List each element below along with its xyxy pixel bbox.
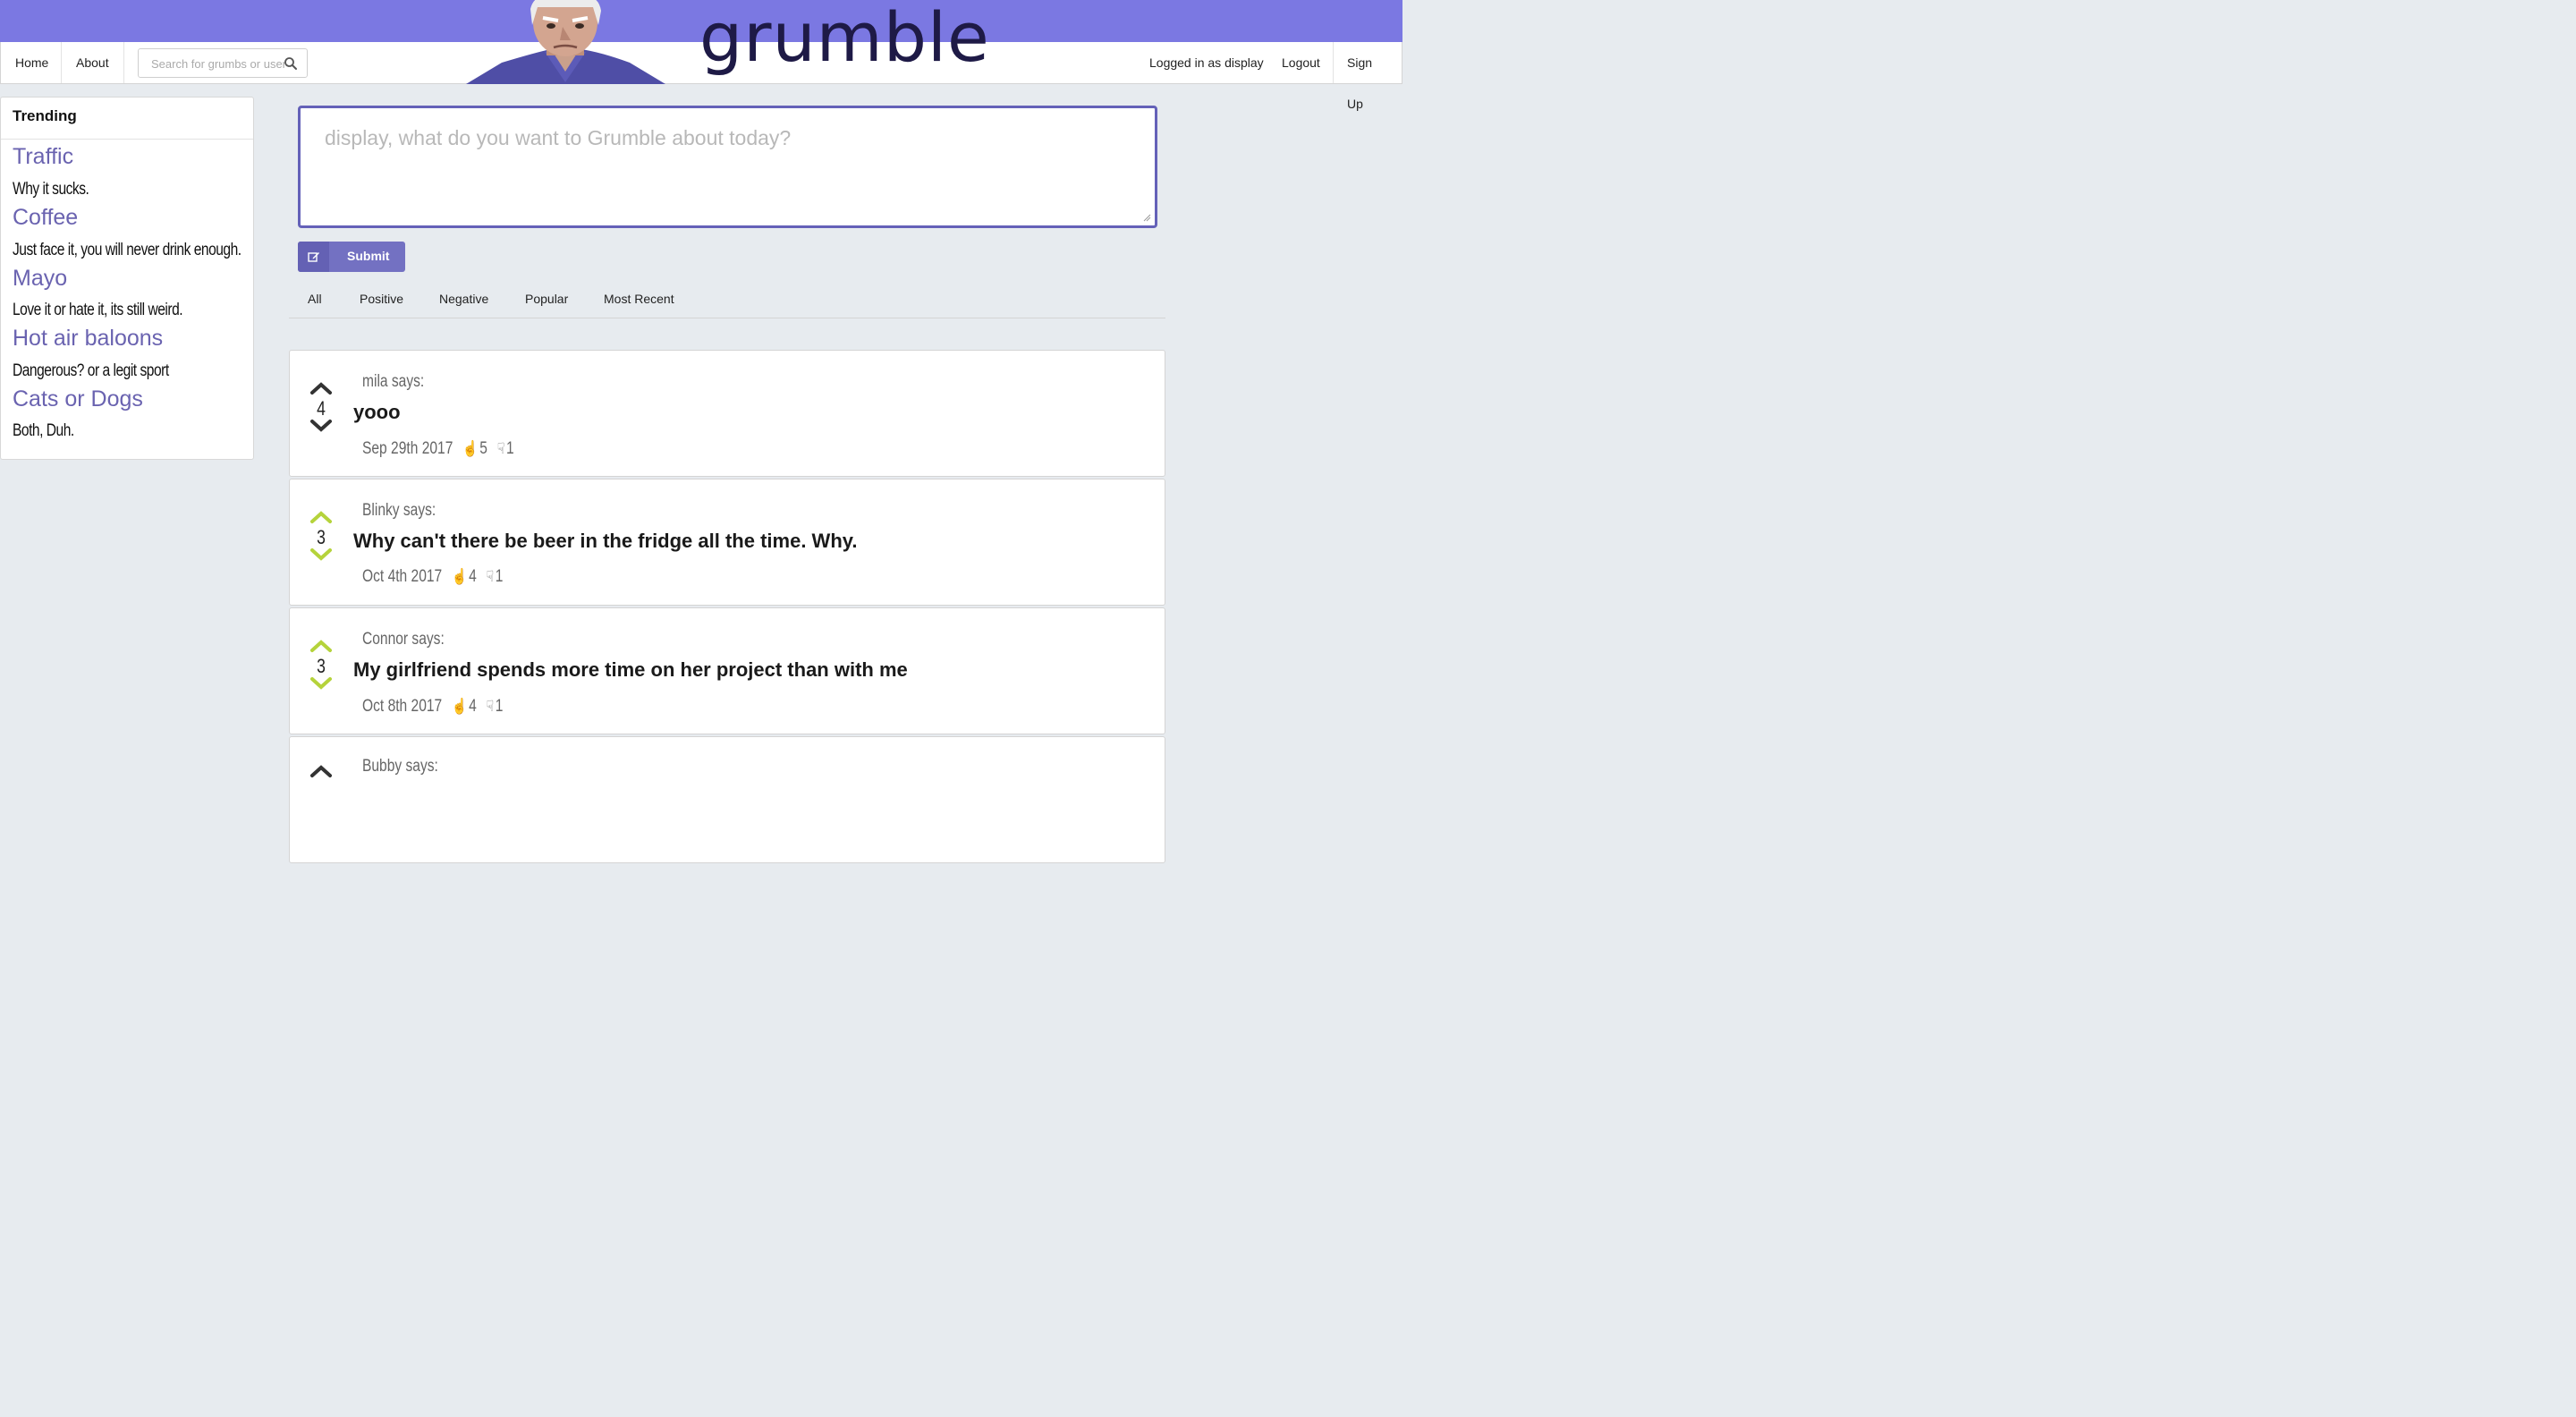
post-date: Oct 8th 2017 [362, 697, 443, 716]
trending-item-desc: Just face it, you will never drink enoug… [13, 241, 242, 259]
thumbs-up-icon[interactable]: ☝ [452, 568, 467, 586]
trending-item-title[interactable]: Cats or Dogs [13, 386, 143, 412]
logged-in-status[interactable]: Logged in as display [1135, 42, 1278, 83]
trending-item-desc: Both, Duh. [13, 421, 74, 440]
grumble-textarea[interactable] [323, 124, 1149, 226]
post-author[interactable]: Bubby says: [362, 757, 438, 776]
downvote-icon[interactable] [309, 419, 333, 433]
downvote-icon[interactable] [309, 547, 333, 562]
trending-item-title[interactable]: Mayo [13, 266, 67, 292]
trending-item-desc: Why it sucks. [13, 180, 89, 199]
down-count: 1 [505, 439, 514, 458]
down-count: 1 [495, 697, 504, 716]
vote-score: 3 [317, 655, 326, 677]
post-content: yooo [353, 401, 401, 423]
mascot-image [466, 0, 665, 84]
trending-item-title[interactable]: Traffic [13, 144, 73, 170]
thumbs-down-icon[interactable]: ☟ [487, 568, 494, 586]
grumble-post: 3 Connor says: My girlfriend spends more… [289, 607, 1165, 734]
nav-about-link[interactable]: About [62, 42, 123, 83]
post-content: My girlfriend spends more time on her pr… [353, 658, 908, 681]
trending-item-desc: Love it or hate it, its still weird. [13, 301, 183, 319]
post-author[interactable]: Connor says: [362, 630, 445, 649]
filter-tab-popular[interactable]: Popular [525, 292, 568, 306]
post-meta: Oct 8th 2017 ☝4 ☟1 [362, 697, 503, 717]
logout-link[interactable]: Logout [1267, 42, 1335, 83]
nav-divider [123, 42, 124, 83]
upvote-icon[interactable] [309, 764, 333, 778]
trending-sidebar: Trending Traffic Why it sucks. Coffee Ju… [0, 97, 254, 460]
post-date: Oct 4th 2017 [362, 567, 443, 586]
up-count: 4 [469, 567, 477, 586]
trending-item-title[interactable]: Coffee [13, 205, 78, 231]
upvote-icon[interactable] [309, 510, 333, 524]
edit-icon-wrap [298, 242, 329, 272]
filter-tab-all[interactable]: All [308, 292, 322, 306]
downvote-icon[interactable] [309, 676, 333, 691]
upvote-icon[interactable] [309, 381, 333, 395]
upvote-icon[interactable] [309, 639, 333, 653]
submit-button[interactable]: Submit [298, 242, 405, 272]
search-input[interactable] [149, 49, 287, 79]
post-meta: Sep 29th 2017 ☝5 ☟1 [362, 439, 514, 459]
up-count: 5 [479, 439, 487, 458]
nav-home-link[interactable]: Home [1, 42, 63, 83]
post-meta: Oct 4th 2017 ☝4 ☟1 [362, 567, 503, 587]
trending-item-desc: Dangerous? or a legit sport [13, 361, 169, 380]
vote-score: 3 [317, 526, 326, 548]
trending-heading: Trending [1, 98, 253, 140]
filter-tab-negative[interactable]: Negative [439, 292, 488, 306]
post-author[interactable]: Blinky says: [362, 501, 436, 521]
filter-tab-most-recent[interactable]: Most Recent [604, 292, 674, 306]
resize-handle-icon[interactable] [1143, 214, 1151, 222]
down-count: 1 [495, 567, 504, 586]
filter-tab-positive[interactable]: Positive [360, 292, 403, 306]
grumble-composer [298, 106, 1157, 228]
thumbs-down-icon[interactable]: ☟ [487, 698, 494, 716]
app-logo[interactable]: grumble [699, 0, 990, 82]
search-icon[interactable] [284, 56, 298, 71]
post-date: Sep 29th 2017 [362, 439, 453, 458]
trending-item-title[interactable]: Hot air baloons [13, 326, 163, 352]
grumble-post: 3 Blinky says: Why can't there be beer i… [289, 479, 1165, 606]
grumble-post: Bubby says: [289, 736, 1165, 863]
search-box [138, 48, 308, 79]
up-count: 4 [469, 697, 477, 716]
post-author[interactable]: mila says: [362, 372, 424, 392]
edit-icon [308, 252, 319, 262]
grumble-post: 4 mila says: yooo Sep 29th 2017 ☝5 ☟1 [289, 350, 1165, 477]
thumbs-down-icon[interactable]: ☟ [497, 440, 504, 458]
thumbs-up-icon[interactable]: ☝ [462, 440, 478, 458]
thumbs-up-icon[interactable]: ☝ [452, 698, 467, 716]
post-content: Why can't there be beer in the fridge al… [353, 530, 858, 552]
submit-label: Submit [347, 249, 390, 263]
vote-score: 4 [317, 397, 326, 420]
signup-link[interactable]: Sign Up [1333, 42, 1402, 111]
